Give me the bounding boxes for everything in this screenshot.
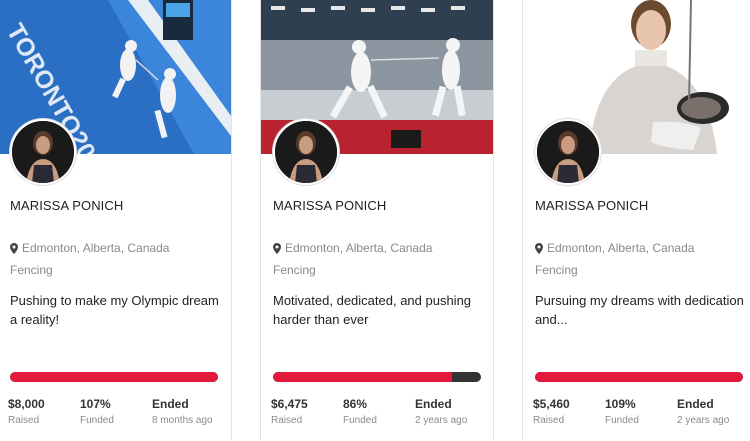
- map-pin-icon: [535, 242, 543, 254]
- funded-value: 109%: [605, 397, 636, 411]
- status-value: Ended: [415, 397, 452, 411]
- campaign-tagline: Motivated, dedicated, and pushing harder…: [273, 293, 472, 327]
- funding-progress-fill: [10, 372, 218, 382]
- funding-progress-fill: [273, 372, 452, 382]
- funded-stat: 86% Funded: [343, 397, 377, 426]
- sport: Fencing: [273, 263, 316, 277]
- campaign-card[interactable]: MARISSA PONICH Edmonton, Alberta, Canada…: [260, 0, 494, 441]
- raised-stat: $5,460 Raised: [533, 397, 570, 426]
- location: Edmonton, Alberta, Canada: [273, 241, 432, 255]
- funded-label: Funded: [343, 415, 377, 426]
- campaign-tagline: Pushing to make my Olympic dream a reali…: [10, 293, 219, 327]
- raised-stat: $6,475 Raised: [271, 397, 308, 426]
- location-text: Edmonton, Alberta, Canada: [22, 241, 170, 255]
- funding-progress-fill: [535, 372, 743, 382]
- funding-progress-bar: [535, 372, 743, 382]
- status-time: 8 months ago: [152, 415, 213, 426]
- avatar[interactable]: [535, 119, 601, 185]
- funded-stat: 107% Funded: [80, 397, 114, 426]
- campaign-card[interactable]: TORONTO2015 MARISSA PONICH Edmonton, Alb…: [0, 0, 232, 441]
- location: Edmonton, Alberta, Canada: [10, 241, 169, 255]
- athlete-name[interactable]: MARISSA PONICH: [10, 198, 123, 213]
- campaign-tagline: Pursuing my dreams with dedication and..…: [535, 293, 744, 327]
- raised-label: Raised: [8, 415, 40, 426]
- sport: Fencing: [535, 263, 578, 277]
- funding-progress-bar: [10, 372, 218, 382]
- status-stat: Ended 2 years ago: [415, 397, 467, 426]
- raised-label: Raised: [533, 415, 565, 426]
- map-pin-icon: [10, 242, 18, 254]
- map-pin-icon: [273, 242, 281, 254]
- status-time: 2 years ago: [415, 415, 468, 426]
- location-text: Edmonton, Alberta, Canada: [547, 241, 695, 255]
- status-stat: Ended 8 months ago: [152, 397, 213, 426]
- raised-value: $5,460: [533, 397, 570, 411]
- sport: Fencing: [10, 263, 53, 277]
- athlete-name[interactable]: MARISSA PONICH: [535, 198, 648, 213]
- athlete-name[interactable]: MARISSA PONICH: [273, 198, 386, 213]
- raised-value: $8,000: [8, 397, 45, 411]
- status-stat: Ended 2 years ago: [677, 397, 729, 426]
- funded-label: Funded: [605, 415, 639, 426]
- funded-stat: 109% Funded: [605, 397, 639, 426]
- campaign-card[interactable]: MARISSA PONICH Edmonton, Alberta, Canada…: [522, 0, 750, 441]
- status-value: Ended: [677, 397, 714, 411]
- raised-label: Raised: [271, 415, 303, 426]
- location-text: Edmonton, Alberta, Canada: [285, 241, 433, 255]
- location: Edmonton, Alberta, Canada: [535, 241, 694, 255]
- avatar[interactable]: [273, 119, 339, 185]
- raised-value: $6,475: [271, 397, 308, 411]
- status-value: Ended: [152, 397, 189, 411]
- status-time: 2 years ago: [677, 415, 730, 426]
- avatar[interactable]: [10, 119, 76, 185]
- funding-progress-bar: [273, 372, 481, 382]
- funded-label: Funded: [80, 415, 114, 426]
- raised-stat: $8,000 Raised: [8, 397, 45, 426]
- funded-value: 86%: [343, 397, 368, 411]
- funded-value: 107%: [80, 397, 111, 411]
